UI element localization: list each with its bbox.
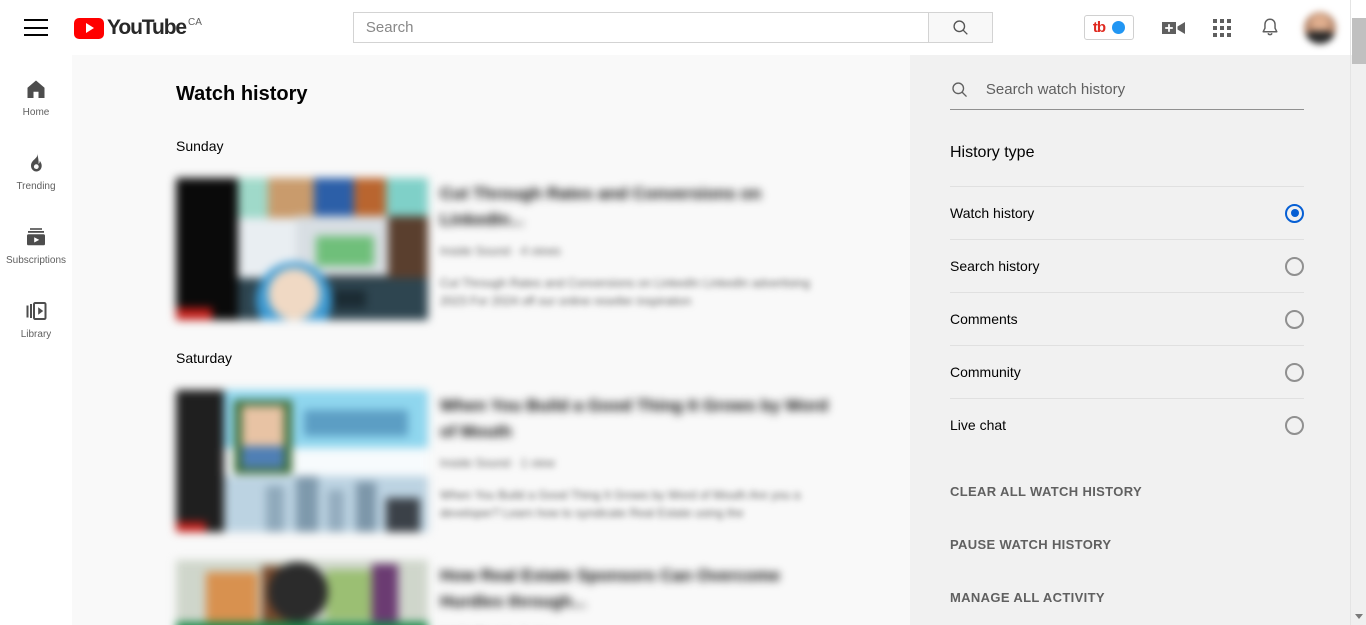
blue-dot-icon — [1112, 21, 1125, 34]
option-label: Live chat — [950, 417, 1007, 433]
radio-button-selected[interactable] — [1285, 203, 1304, 223]
scrollbar-thumb[interactable] — [1352, 18, 1366, 64]
search-region — [352, 12, 993, 43]
history-type-option-search-history[interactable]: Search history — [950, 239, 1304, 292]
video-camera-plus-icon — [1162, 21, 1185, 34]
notifications-button[interactable] — [1250, 8, 1290, 48]
youtube-logo[interactable]: YouTube CA — [74, 16, 202, 40]
video-description: Cut Through Rates and Conversions on Lin… — [440, 276, 811, 308]
history-video-item[interactable]: Cut Through Rates and Conversions on Lin… — [176, 178, 910, 320]
video-title[interactable]: How Real Estate Sponsors Can Overcome Hu… — [440, 563, 840, 615]
watch-history-search[interactable] — [950, 79, 1304, 110]
youtube-logo-text: YouTube — [107, 15, 187, 39]
tubebuddy-extension-button[interactable]: tb — [1083, 15, 1134, 40]
sidebar-item-home[interactable]: Home — [0, 61, 72, 135]
thumbnail-image — [176, 560, 428, 625]
video-thumbnail[interactable] — [176, 178, 428, 320]
mini-sidebar: Home Trending Subscriptions Library — [0, 55, 72, 625]
masthead: YouTube CA tb — [0, 0, 1350, 55]
clear-all-watch-history-button[interactable]: CLEAR ALL WATCH HISTORY — [950, 483, 1142, 501]
sidebar-item-label: Trending — [16, 181, 56, 192]
flame-icon — [31, 153, 42, 172]
page-body: Watch history Sunday Cut Through Rates a… — [72, 55, 1350, 625]
history-type-heading: History type — [950, 144, 1035, 161]
panel-actions: CLEAR ALL WATCH HISTORY PAUSE WATCH HIST… — [950, 483, 1304, 607]
watch-history-search-input[interactable] — [985, 81, 1304, 98]
pause-watch-history-button[interactable]: PAUSE WATCH HISTORY — [950, 536, 1111, 554]
radio-button[interactable] — [1285, 309, 1304, 329]
avatar[interactable] — [1304, 11, 1336, 44]
bell-icon — [1262, 18, 1278, 36]
home-icon — [27, 80, 45, 98]
video-metadata: Cut Through Rates and Conversions on Lin… — [440, 178, 840, 320]
hamburger-menu-icon — [24, 19, 48, 36]
video-title[interactable]: When You Build a Good Thing It Grows by … — [440, 393, 840, 445]
youtube-apps-button[interactable] — [1202, 8, 1242, 48]
search-button[interactable] — [927, 12, 993, 43]
video-channel-and-views: Inside Sound · 1 view — [440, 456, 555, 470]
scroll-down-button[interactable] — [1351, 608, 1366, 625]
masthead-actions: tb — [1083, 8, 1350, 48]
video-thumbnail[interactable] — [176, 390, 428, 532]
country-code-label: CA — [188, 16, 202, 28]
manage-all-activity-button[interactable]: MANAGE ALL ACTIVITY — [950, 589, 1105, 607]
guide-toggle-button[interactable] — [16, 8, 56, 48]
radio-button[interactable] — [1285, 362, 1304, 382]
thumbnail-image — [176, 178, 428, 320]
radio-button[interactable] — [1285, 256, 1304, 276]
watch-history-content: Watch history Sunday Cut Through Rates a… — [72, 55, 910, 625]
sidebar-item-label: Library — [20, 329, 52, 340]
video-metadata: How Real Estate Sponsors Can Overcome Hu… — [440, 560, 840, 625]
sidebar-item-label: Subscriptions — [5, 255, 67, 266]
sidebar-item-library[interactable]: Library — [0, 283, 72, 357]
history-video-item[interactable]: When You Build a Good Thing It Grows by … — [176, 390, 910, 532]
sidebar-item-subscriptions[interactable]: Subscriptions — [0, 209, 72, 283]
youtube-play-icon — [74, 17, 104, 39]
video-metadata: When You Build a Good Thing It Grows by … — [440, 390, 840, 532]
history-type-option-community[interactable]: Community — [950, 345, 1304, 398]
video-description: When You Build a Good Thing It Grows by … — [440, 488, 801, 520]
page-scrollbar[interactable] — [1350, 0, 1366, 625]
option-label: Comments — [950, 311, 1018, 327]
video-title[interactable]: Cut Through Rates and Conversions on Lin… — [440, 181, 840, 233]
history-video-item[interactable]: How Real Estate Sponsors Can Overcome Hu… — [176, 560, 910, 625]
day-section-label: Saturday — [176, 350, 233, 366]
history-type-option-live-chat[interactable]: Live chat — [950, 398, 1304, 451]
thumbnail-image — [176, 390, 428, 532]
search-input[interactable] — [352, 12, 928, 43]
video-channel-and-views: Inside Sound · 4 views — [440, 244, 561, 258]
sidebar-item-trending[interactable]: Trending — [0, 135, 72, 209]
option-label: Search history — [950, 258, 1040, 274]
option-label: Watch history — [950, 205, 1035, 221]
subscriptions-icon — [27, 228, 45, 246]
library-icon — [26, 302, 47, 320]
search-icon — [952, 82, 967, 98]
sidebar-item-label: Home — [22, 107, 50, 118]
radio-button[interactable] — [1285, 415, 1304, 435]
apps-grid-icon — [1213, 18, 1231, 37]
search-icon — [953, 20, 968, 35]
history-type-option-comments[interactable]: Comments — [950, 292, 1304, 345]
scroll-down-arrow-icon — [1355, 614, 1363, 619]
history-filter-panel: History type Watch history Search histor… — [910, 55, 1350, 625]
tubebuddy-icon: tb — [1092, 19, 1106, 36]
day-section-label: Sunday — [176, 138, 224, 154]
option-label: Community — [950, 364, 1021, 380]
page-title: Watch history — [176, 83, 308, 105]
create-video-button[interactable] — [1154, 8, 1194, 48]
history-type-option-watch-history[interactable]: Watch history — [950, 186, 1304, 239]
video-thumbnail[interactable] — [176, 560, 428, 625]
